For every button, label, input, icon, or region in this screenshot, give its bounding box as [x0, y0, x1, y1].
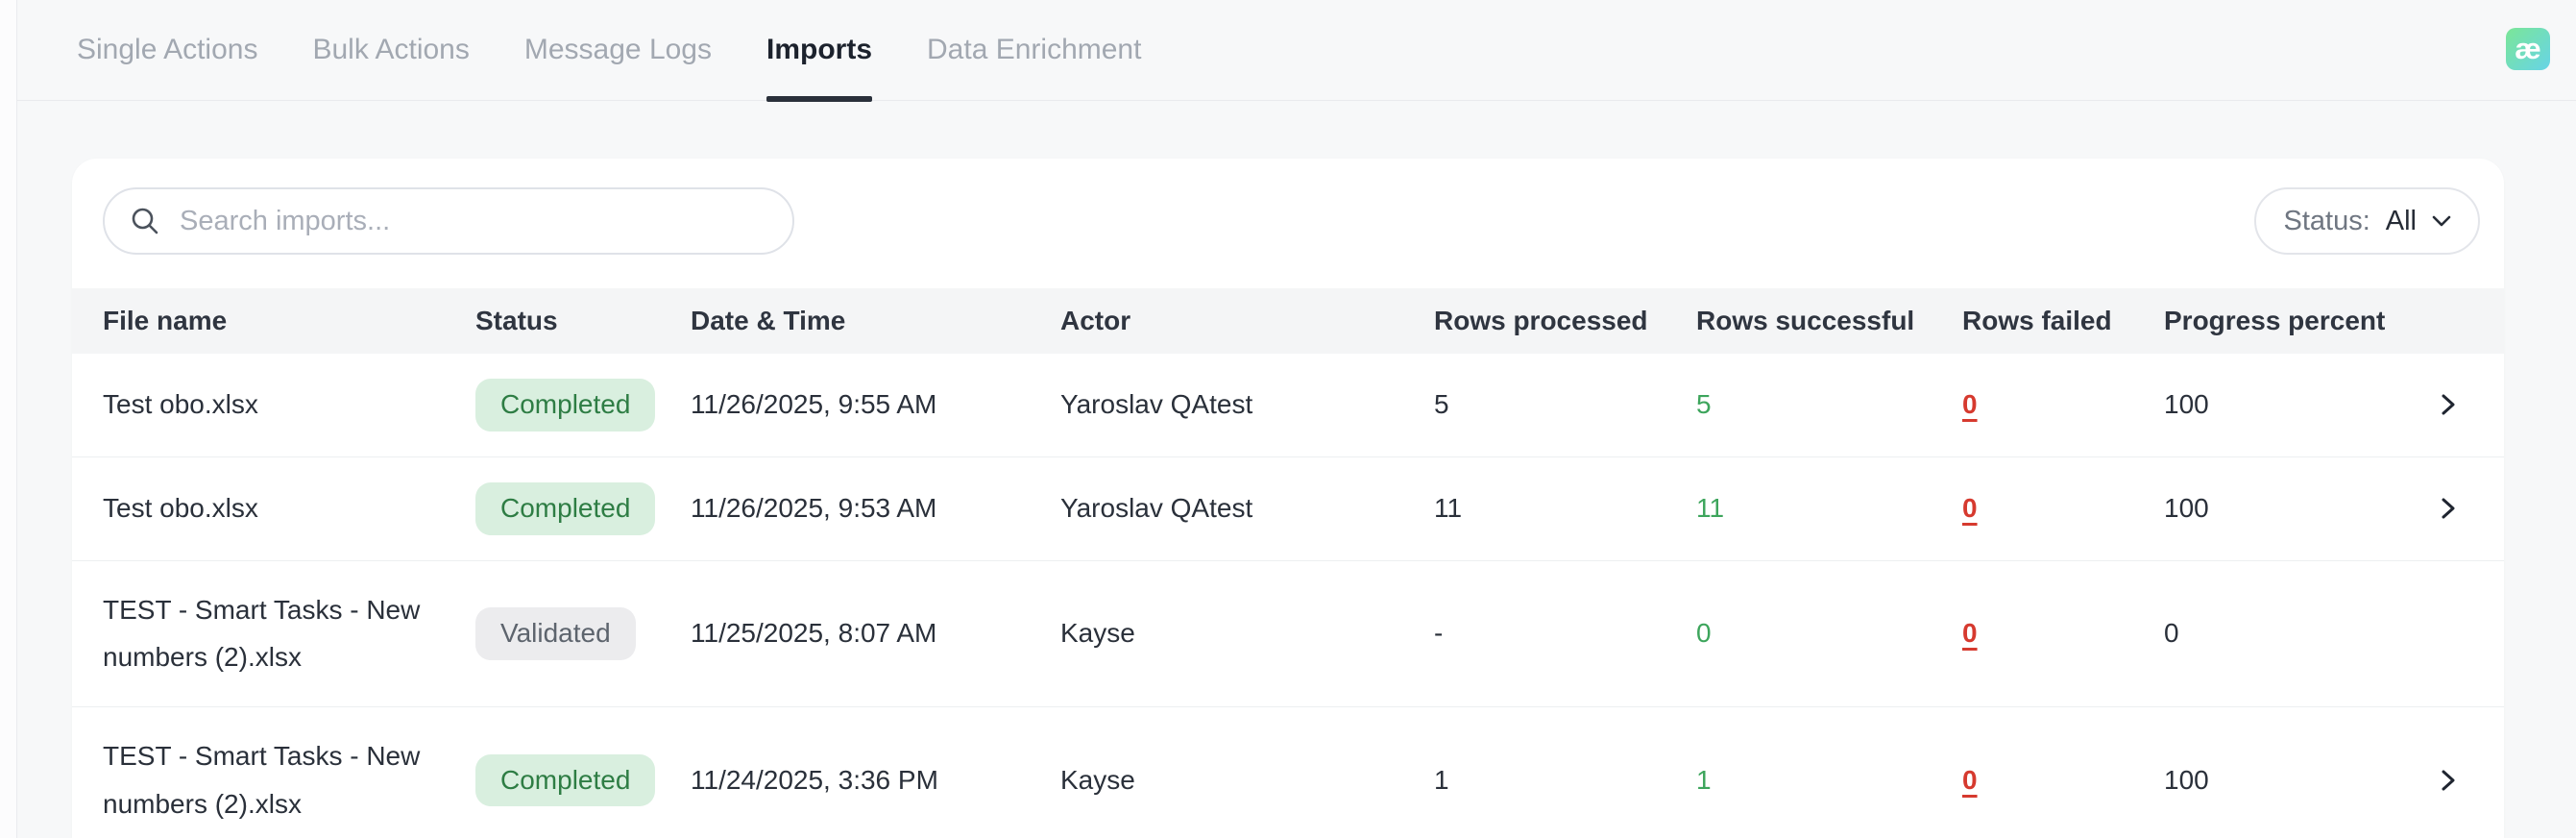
status-badge: Completed	[475, 753, 656, 807]
cell-rows-successful: 0	[1696, 618, 1712, 649]
cell-progress-percent: 100	[2164, 765, 2209, 796]
cell-actor: Kayse	[1060, 765, 1135, 796]
cell-rows-successful: 1	[1696, 765, 1712, 796]
col-header-file-name: File name	[103, 306, 228, 335]
app-logo-badge[interactable]: æ	[2506, 28, 2550, 70]
tab-imports[interactable]: Imports	[766, 0, 873, 102]
cell-progress-percent: 100	[2164, 389, 2209, 420]
table-row[interactable]: TEST - Smart Tasks - New numbers (2).xls…	[72, 559, 2504, 707]
cell-file-name: TEST - Smart Tasks - New numbers (2).xls…	[103, 741, 421, 820]
chevron-right-icon	[2442, 394, 2455, 415]
cell-file-name: TEST - Smart Tasks - New numbers (2).xls…	[103, 594, 421, 673]
collapsed-sidebar-rail	[0, 0, 17, 838]
cell-actor: Kayse	[1060, 618, 1135, 649]
cell-actor: Yaroslav QAtest	[1060, 493, 1253, 524]
row-detail-button[interactable]	[2431, 492, 2464, 525]
cell-rows-processed: -	[1434, 618, 1444, 649]
status-badge: Validated	[475, 607, 636, 660]
table-row[interactable]: Test obo.xlsx Completed 11/26/2025, 9:55…	[72, 354, 2504, 456]
col-header-rows-successful: Rows successful	[1696, 306, 1915, 335]
rows-failed-link[interactable]: 0	[1962, 765, 1978, 796]
cell-date-time: 11/25/2025, 8:07 AM	[691, 618, 937, 649]
imports-panel: Status: All File name Status Date & Time…	[72, 159, 2504, 838]
rows-failed-link[interactable]: 0	[1962, 493, 1978, 524]
tab-data-enrichment[interactable]: Data Enrichment	[927, 0, 1141, 100]
search-icon	[132, 208, 158, 234]
cell-date-time: 11/26/2025, 9:53 AM	[691, 493, 937, 524]
cell-file-name: Test obo.xlsx	[103, 493, 258, 524]
status-filter-label: Status:	[2283, 205, 2370, 236]
imports-toolbar: Status: All	[72, 159, 2504, 255]
cell-rows-processed: 5	[1434, 389, 1449, 420]
search-imports-box[interactable]	[103, 187, 794, 255]
cell-progress-percent: 100	[2164, 493, 2209, 524]
chevron-right-icon	[2442, 498, 2455, 519]
rows-failed-link[interactable]: 0	[1962, 618, 1978, 649]
table-row[interactable]: Test obo.xlsx Completed 11/26/2025, 9:53…	[72, 456, 2504, 560]
col-header-rows-failed: Rows failed	[1962, 306, 2112, 335]
cell-rows-successful: 11	[1696, 493, 1725, 524]
status-filter-value: All	[2385, 205, 2417, 236]
col-header-progress-percent: Progress percent	[2164, 306, 2386, 335]
tab-message-logs[interactable]: Message Logs	[524, 0, 712, 100]
tab-bulk-actions[interactable]: Bulk Actions	[312, 0, 469, 100]
rows-failed-link[interactable]: 0	[1962, 389, 1978, 420]
row-detail-button[interactable]	[2431, 764, 2464, 797]
cell-rows-processed: 1	[1434, 765, 1449, 796]
table-header-row: File name Status Date & Time Actor Rows …	[72, 288, 2504, 354]
chevron-right-icon	[2442, 770, 2455, 791]
cell-file-name: Test obo.xlsx	[103, 389, 258, 420]
cell-date-time: 11/26/2025, 9:55 AM	[691, 389, 937, 420]
col-header-status: Status	[475, 306, 558, 335]
search-imports-input[interactable]	[180, 192, 792, 250]
status-badge: Completed	[475, 481, 656, 535]
status-badge: Completed	[475, 379, 656, 431]
col-header-date-time: Date & Time	[691, 306, 846, 335]
col-header-actor: Actor	[1060, 306, 1131, 335]
col-header-rows-processed: Rows processed	[1434, 306, 1648, 335]
tab-bar: Single Actions Bulk Actions Message Logs…	[0, 0, 2576, 102]
cell-actor: Yaroslav QAtest	[1060, 389, 1253, 420]
imports-table: File name Status Date & Time Actor Rows …	[72, 288, 2504, 838]
chevron-down-icon	[2432, 215, 2451, 227]
table-row[interactable]: TEST - Smart Tasks - New numbers (2).xls…	[72, 706, 2504, 838]
cell-rows-processed: 11	[1434, 493, 1463, 524]
cell-date-time: 11/24/2025, 3:36 PM	[691, 765, 938, 796]
status-filter-dropdown[interactable]: Status: All	[2254, 187, 2480, 255]
cell-progress-percent: 0	[2164, 618, 2179, 649]
tab-single-actions[interactable]: Single Actions	[77, 0, 257, 100]
cell-rows-successful: 5	[1696, 389, 1712, 420]
row-detail-button[interactable]	[2431, 388, 2464, 421]
